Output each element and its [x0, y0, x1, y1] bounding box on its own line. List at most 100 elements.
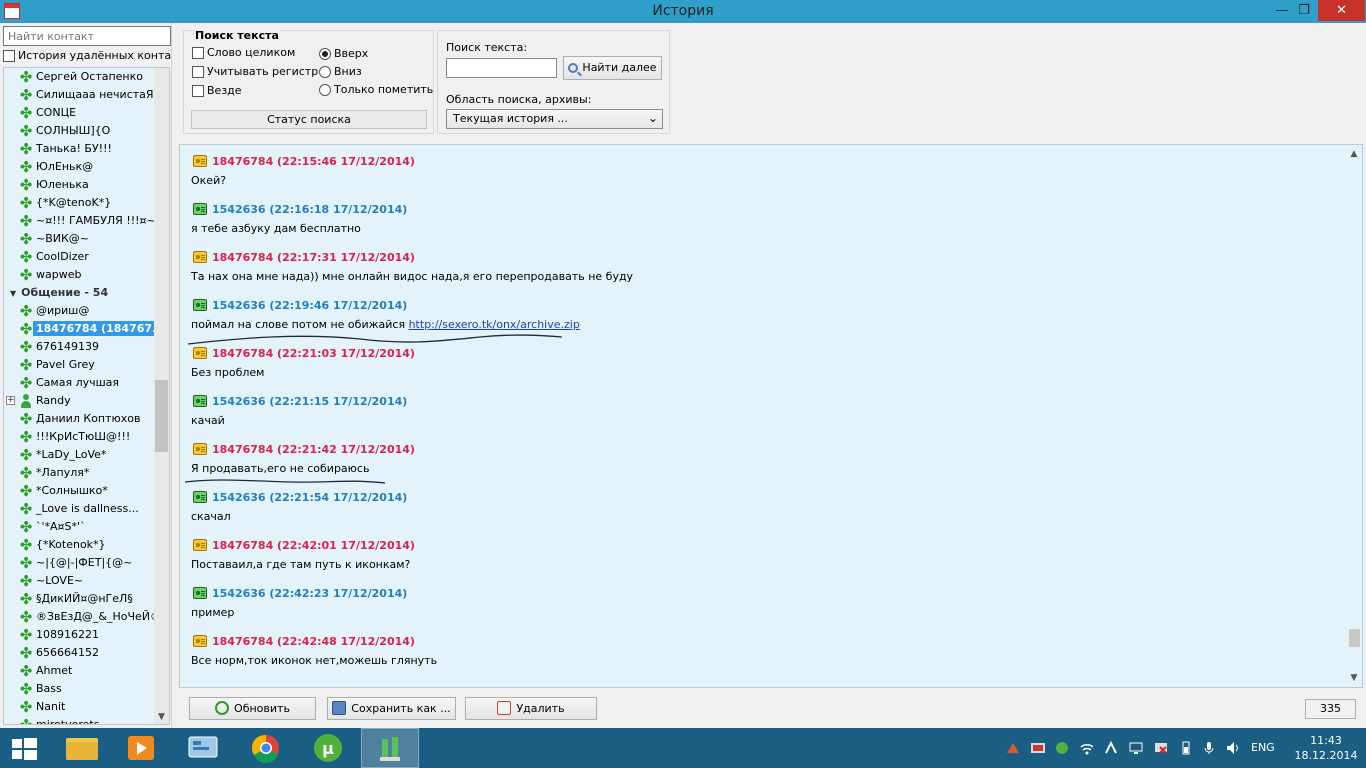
contact-item[interactable]: ✤ ~¤!!! ГАМБУЛЯ !!!¤~	[4, 212, 154, 230]
tray-utorrent-icon[interactable]	[1055, 741, 1069, 755]
online-status-icon: ✤	[19, 644, 33, 662]
contact-group-header[interactable]: ▼ Общение - 54	[4, 284, 154, 302]
whole-word-option[interactable]: Слово целиком	[192, 46, 295, 60]
contact-item[interactable]: ✤ CoolDizer	[4, 248, 154, 266]
taskbar-control-panel[interactable]	[175, 728, 233, 768]
direction-down-option[interactable]: Вниз	[319, 65, 362, 79]
save-as-button[interactable]: Сохранить как ...	[327, 697, 456, 720]
delete-button[interactable]: Удалить	[465, 697, 597, 720]
message-link[interactable]: http://sexero.tk/onx/archive.zip	[409, 318, 580, 331]
tray-mic-icon[interactable]	[1202, 741, 1216, 755]
clock[interactable]: 11:43 18.12.2014	[1294, 733, 1358, 763]
contact-item[interactable]: ✤ *Солнышко*	[4, 482, 154, 500]
contact-item[interactable]: ✤ wapweb	[4, 266, 154, 284]
contact-item[interactable]: ✤ §ДикИЙ¤@нГеЛ§	[4, 590, 154, 608]
contact-item[interactable]: ✤ mirotvorets	[4, 716, 154, 724]
message-item: 18476784 (22:42:48 17/12/2014) Все норм,т…	[191, 633, 1341, 681]
contact-item[interactable]: ✤ CONЦE	[4, 104, 154, 122]
contact-item[interactable]: ✤ Даниил Коптюхов	[4, 410, 154, 428]
everywhere-checkbox[interactable]	[192, 85, 204, 97]
contact-item[interactable]: ✤ *LaDy_LoVe*	[4, 446, 154, 464]
contact-item[interactable]: ✤ Nanit	[4, 698, 154, 716]
contact-item[interactable]: ✤ ~|{@|-|ФЕТ|{@~	[4, 554, 154, 572]
contact-item[interactable]: ✤ Ahmet	[4, 662, 154, 680]
taskbar-utorrent[interactable]: µ	[299, 728, 357, 768]
contact-item[interactable]: ✤ Юленька	[4, 176, 154, 194]
tray-agent-icon[interactable]	[1104, 740, 1118, 755]
match-case-checkbox[interactable]	[192, 66, 204, 78]
contact-item[interactable]: ✤ !!!КрИсТюШ@!!!	[4, 428, 154, 446]
contact-item[interactable]: ✤ ®ЗвЕзД@_&_НоЧеЙ®	[4, 608, 154, 626]
tray-battery-icon[interactable]	[1179, 741, 1193, 755]
find-next-button[interactable]: Найти далее	[563, 56, 662, 80]
search-status-button[interactable]: Статус поиска	[191, 110, 427, 129]
scroll-down-icon[interactable]: ▼	[1346, 671, 1362, 685]
contact-item[interactable]: ✤ *Лапуля*	[4, 464, 154, 482]
tray-app-icon[interactable]	[1006, 741, 1020, 755]
tray-volume-icon[interactable]	[1226, 741, 1240, 755]
search-area-select[interactable]: Текущая история ... ⌄	[446, 109, 663, 129]
contact-item[interactable]: ✤ @ириш@	[4, 302, 154, 320]
message-author-time: 1542636 (22:21:54 17/12/2014)	[212, 491, 408, 504]
save-icon	[332, 701, 347, 715]
contact-item[interactable]: ✤ `'*А¤S*'`	[4, 518, 154, 536]
contact-item[interactable]: ✤ Танька! БУ!!!	[4, 140, 154, 158]
contact-item[interactable]: ✤ Bass	[4, 680, 154, 698]
taskbar-media-player[interactable]	[112, 728, 170, 768]
match-case-option[interactable]: Учитывать регистр	[192, 65, 318, 79]
history-scrollbar[interactable]: ▲ ▼	[1346, 145, 1362, 687]
taskbar-chrome[interactable]	[237, 728, 295, 768]
contact-item[interactable]: ✤ Сергей Остапенко	[4, 68, 154, 86]
expand-icon[interactable]: +	[6, 396, 15, 405]
search-text-input[interactable]	[446, 58, 557, 78]
contact-item[interactable]: ✤ 18476784 (184767...	[4, 320, 154, 338]
refresh-button[interactable]: Обновить	[189, 697, 316, 720]
scroll-up-icon[interactable]: ▲	[1346, 147, 1362, 161]
tray-wifi-icon[interactable]	[1080, 741, 1094, 755]
contact-item[interactable]: ✤ СОЛНЫШ]{O	[4, 122, 154, 140]
contact-item[interactable]: + Randy	[4, 392, 154, 410]
taskbar-explorer[interactable]	[54, 728, 112, 768]
history-scroll-thumb[interactable]	[1349, 629, 1360, 647]
start-button[interactable]	[0, 728, 58, 768]
direction-up-option[interactable]: Вверх	[319, 47, 368, 61]
history-view[interactable]: 18476784 (22:15:46 17/12/2014) Окей? 15426…	[179, 144, 1363, 688]
remote-history-checkbox[interactable]	[3, 50, 15, 62]
collapse-icon[interactable]: ▼	[10, 285, 16, 303]
direction-up-radio[interactable]	[319, 48, 331, 60]
contact-item[interactable]: ✤ ЮлЕньк@	[4, 158, 154, 176]
direction-down-radio[interactable]	[319, 66, 331, 78]
whole-word-checkbox[interactable]	[192, 47, 204, 59]
close-button[interactable]: ✕	[1318, 0, 1365, 21]
taskbar-qip-history[interactable]	[361, 728, 419, 768]
search-area-label: Область поиска, архивы:	[446, 93, 592, 106]
only-mark-radio[interactable]	[319, 84, 331, 96]
maximize-button[interactable]: ❐	[1290, 0, 1318, 21]
contact-list-scrollbar[interactable]: ▼	[154, 68, 169, 724]
contact-list[interactable]: ✤ Сергей Остапенко ✤ Силищааа нечистаЯ ✤ CONЦ…	[3, 67, 170, 725]
online-status-icon: ✤	[19, 338, 33, 356]
online-status-icon: ✤	[19, 608, 33, 626]
everywhere-option[interactable]: Везде	[192, 84, 242, 98]
contact-item[interactable]: ✤ {*K@tenoK*}	[4, 194, 154, 212]
contact-item[interactable]: ✤ ~ВИК@~	[4, 230, 154, 248]
contact-item[interactable]: ✤ Силищааа нечистаЯ	[4, 86, 154, 104]
contact-item[interactable]: ✤ _Love is dallness...	[4, 500, 154, 518]
contact-item[interactable]: ✤ {*Kotenok*}	[4, 536, 154, 554]
chevron-down-icon: ⌄	[647, 111, 658, 125]
contact-item[interactable]: ✤ Самая лучшая	[4, 374, 154, 392]
keyboard-language[interactable]: ENG	[1251, 741, 1275, 754]
tray-display-icon[interactable]	[1129, 741, 1143, 755]
tray-network-error-icon[interactable]	[1154, 741, 1168, 755]
contact-item[interactable]: ✤ 108916221	[4, 626, 154, 644]
contact-item[interactable]: ✤ Pavel Grey	[4, 356, 154, 374]
remote-history-checkbox-row[interactable]: История удалённых контакто	[3, 49, 172, 65]
scroll-down-icon[interactable]: ▼	[154, 710, 169, 724]
contact-item[interactable]: ✤ 656664152	[4, 644, 154, 662]
contact-item[interactable]: ✤ 676149139	[4, 338, 154, 356]
contact-item[interactable]: ✤ ~LOVE~	[4, 572, 154, 590]
contact-list-scroll-thumb[interactable]	[155, 380, 168, 452]
tray-na-icon[interactable]	[1031, 741, 1045, 755]
contact-search-input[interactable]	[3, 26, 171, 46]
only-mark-option[interactable]: Только пометить	[319, 83, 433, 97]
